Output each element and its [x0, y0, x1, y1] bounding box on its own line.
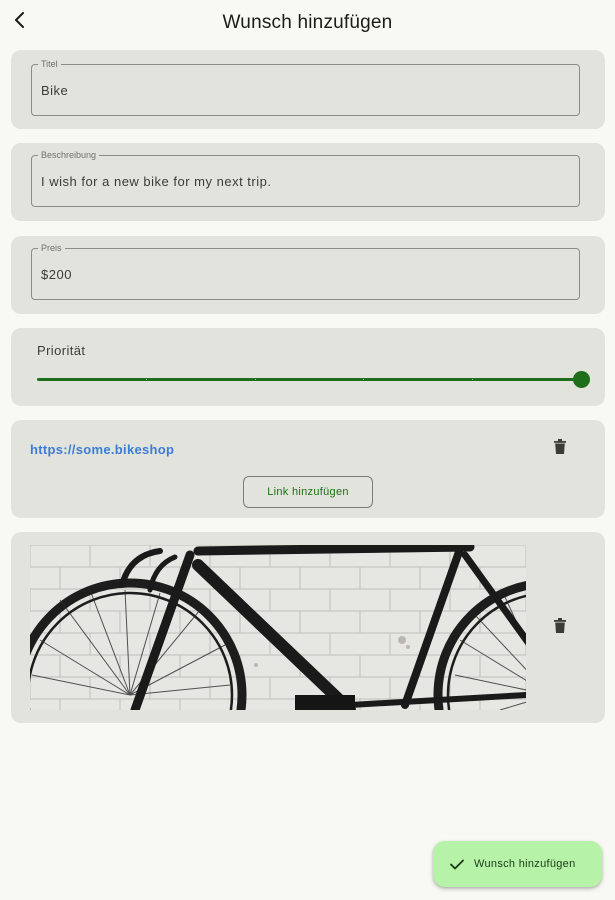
- links-card: https://some.bikeshop Link hinzufügen: [11, 420, 605, 518]
- description-field[interactable]: Beschreibung I wish for a new bike for m…: [31, 150, 580, 207]
- trash-icon: [554, 618, 566, 638]
- link-item[interactable]: https://some.bikeshop: [30, 442, 174, 457]
- trash-icon: [554, 439, 566, 459]
- title-field-label: Titel: [38, 59, 61, 70]
- price-card: Preis $200: [11, 236, 605, 314]
- slider-thumb[interactable]: [573, 371, 590, 388]
- slider-tick: [254, 379, 256, 380]
- description-field-label: Beschreibung: [38, 150, 100, 161]
- priority-label: Priorität: [37, 343, 86, 358]
- title-field-value: Bike: [41, 83, 69, 98]
- priority-slider[interactable]: [37, 371, 590, 389]
- delete-link-button[interactable]: [548, 437, 572, 461]
- price-field-label: Preis: [38, 243, 65, 254]
- priority-card: Priorität: [11, 328, 605, 406]
- bike-photo: [30, 545, 526, 710]
- description-field-value: I wish for a new bike for my next trip.: [41, 174, 272, 189]
- add-link-button[interactable]: Link hinzufügen: [243, 476, 373, 508]
- page-title: Wunsch hinzufügen: [222, 12, 393, 33]
- title-card: Titel Bike: [11, 50, 605, 129]
- add-wish-fab[interactable]: Wunsch hinzufügen: [433, 841, 602, 887]
- slider-tick: [363, 379, 365, 380]
- app-screen: Wunsch hinzufügen Titel Bike Beschreibun…: [0, 0, 615, 900]
- check-icon: [450, 856, 466, 872]
- price-field-value: $200: [41, 267, 72, 282]
- description-card: Beschreibung I wish for a new bike for m…: [11, 143, 605, 221]
- fab-label: Wunsch hinzufügen: [474, 858, 576, 870]
- image-card: [11, 532, 605, 723]
- top-app-bar: Wunsch hinzufügen: [0, 0, 615, 46]
- slider-tick: [472, 379, 474, 380]
- slider-track: [37, 378, 581, 381]
- slider-tick: [145, 379, 147, 380]
- price-field[interactable]: Preis $200: [31, 243, 580, 300]
- title-field[interactable]: Titel Bike: [31, 59, 580, 116]
- delete-image-button[interactable]: [548, 616, 572, 640]
